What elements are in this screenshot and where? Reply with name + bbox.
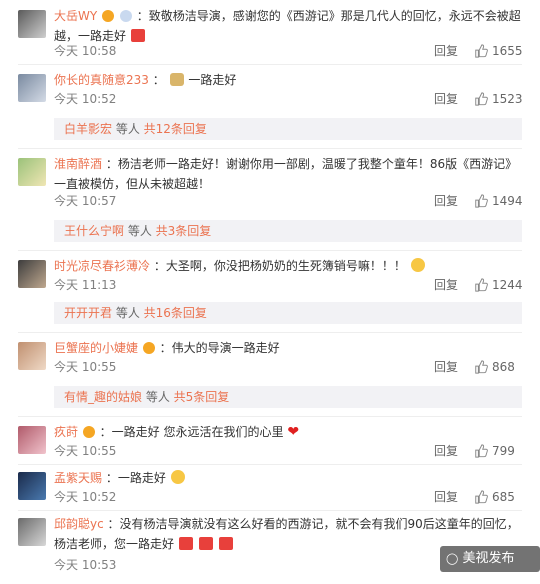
- timestamp: 今天 10:52: [54, 92, 117, 106]
- candle-emoji-icon: [218, 537, 233, 550]
- sub-replies[interactable]: 开开开君 等人 共16条回复: [54, 302, 522, 324]
- divider: [18, 416, 522, 417]
- avatar[interactable]: [18, 342, 46, 370]
- vip-badge-icon: [82, 426, 95, 438]
- divider: [18, 464, 522, 465]
- timestamp: 今天 10:58: [54, 44, 117, 58]
- thumbs-up-icon: [475, 360, 488, 374]
- avatar[interactable]: [18, 158, 46, 186]
- reply-button[interactable]: 回复: [434, 488, 458, 506]
- avatar[interactable]: [18, 74, 46, 102]
- candle-emoji-icon: [130, 29, 145, 42]
- crying-emoji-icon: [410, 258, 425, 272]
- candle-emoji-icon: [198, 537, 213, 550]
- reply-button[interactable]: 回复: [434, 442, 458, 460]
- comment-text-cont: 一直被模仿，但从未被超越！: [54, 177, 211, 191]
- like-button[interactable]: 1494: [474, 192, 523, 210]
- reply-button[interactable]: 回复: [434, 358, 458, 376]
- reply-count-link[interactable]: 共5条回复: [174, 390, 230, 404]
- thumbs-up-icon: [475, 92, 488, 106]
- username[interactable]: 邱韵聪yc: [54, 517, 104, 531]
- sub-reply-user[interactable]: 白羊影宏: [64, 122, 112, 136]
- like-count: 799: [492, 444, 515, 458]
- comment-text-cont: 越，一路走好: [54, 29, 127, 43]
- like-button[interactable]: 799: [474, 442, 515, 460]
- like-button[interactable]: 1655: [474, 42, 523, 60]
- timestamp: 今天 10:55: [54, 444, 117, 458]
- medal-icon: [119, 10, 132, 22]
- thumbs-up-icon: [475, 44, 488, 58]
- sub-reply-user[interactable]: 开开开君: [64, 306, 112, 320]
- comment-text: ：伟大的导演一路走好: [159, 341, 280, 355]
- username[interactable]: 孟紫天赐: [54, 471, 102, 485]
- divider: [18, 148, 522, 149]
- reply-count-link[interactable]: 共12条回复: [144, 122, 207, 136]
- divider: [18, 332, 522, 333]
- like-count: 868: [492, 360, 515, 374]
- avatar[interactable]: [18, 10, 46, 38]
- comment-text-cont: 杨洁老师，您一路走好: [54, 537, 175, 551]
- heart-emoji-icon: ❤: [287, 424, 300, 440]
- pray-emoji-icon: [169, 73, 184, 86]
- avatar[interactable]: [18, 260, 46, 288]
- sub-reply-user[interactable]: 有情_趣的姑娘: [64, 390, 142, 404]
- like-button[interactable]: 868: [474, 358, 515, 376]
- sub-replies[interactable]: 王什么宁啊 等人 共3条回复: [54, 220, 522, 242]
- thumbs-up-icon: [475, 194, 488, 208]
- username[interactable]: 巨蟹座的小婕婕: [54, 341, 138, 355]
- reply-button[interactable]: 回复: [434, 276, 458, 294]
- timestamp: 今天 10:53: [54, 558, 117, 572]
- reply-count-link[interactable]: 共16条回复: [144, 306, 207, 320]
- username[interactable]: 时光凉尽春衫薄冷: [54, 259, 150, 273]
- thumbs-up-icon: [475, 444, 488, 458]
- like-button[interactable]: 1523: [474, 90, 523, 108]
- comment-text: ：杨洁老师一路走好！谢谢你用一部剧，温暖了我整个童年！86版《西游记》: [105, 157, 518, 171]
- vip-badge-icon: [142, 342, 155, 354]
- username[interactable]: 疚莳: [54, 425, 78, 439]
- wechat-icon: ◯: [446, 552, 459, 565]
- sub-reply-user[interactable]: 王什么宁啊: [64, 224, 124, 238]
- avatar[interactable]: [18, 472, 46, 500]
- reply-button[interactable]: 回复: [434, 192, 458, 210]
- comment-text: ：没有杨洁导演就没有这么好看的西游记，就不会有我们90后这童年的回忆，: [107, 517, 519, 531]
- timestamp: 今天 10:52: [54, 490, 117, 504]
- thumbs-up-icon: [475, 278, 488, 292]
- crying-emoji-icon: [170, 470, 185, 484]
- reply-button[interactable]: 回复: [434, 42, 458, 60]
- like-button[interactable]: 685: [474, 488, 515, 506]
- vip-badge-icon: [102, 10, 115, 22]
- watermark: ◯ 美视发布: [440, 546, 540, 572]
- divider: [18, 250, 522, 251]
- like-count: 1523: [492, 92, 523, 106]
- username[interactable]: 大岳WY: [54, 9, 97, 23]
- comment-text: ：致敬杨洁导演，感谢您的《西游记》那是几代人的回忆，永远不会被超: [136, 9, 521, 23]
- avatar[interactable]: [18, 426, 46, 454]
- like-count: 1244: [492, 278, 523, 292]
- reply-count-link[interactable]: 共3条回复: [156, 224, 212, 238]
- timestamp: 今天 11:13: [54, 278, 117, 292]
- comment-text: 一路走好: [188, 73, 237, 87]
- comment-text: ：一路走好 您永远活在我们的心里: [99, 425, 284, 439]
- candle-emoji-icon: [178, 537, 193, 550]
- comment-text: ：大圣啊，你没把杨奶奶的生死簿销号嘛！！！: [153, 259, 406, 273]
- divider: [18, 64, 522, 65]
- username[interactable]: 你长的真随意233: [54, 73, 149, 87]
- comment-text: ：一路走好: [105, 471, 166, 485]
- sub-replies[interactable]: 有情_趣的姑娘 等人 共5条回复: [54, 386, 522, 408]
- timestamp: 今天 10:57: [54, 194, 117, 208]
- avatar[interactable]: [18, 518, 46, 546]
- divider: [18, 510, 522, 511]
- like-button[interactable]: 1244: [474, 276, 523, 294]
- like-count: 685: [492, 490, 515, 504]
- like-count: 1655: [492, 44, 523, 58]
- sub-replies[interactable]: 白羊影宏 等人 共12条回复: [54, 118, 522, 140]
- like-count: 1494: [492, 194, 523, 208]
- username[interactable]: 淮南醉酒: [54, 157, 102, 171]
- thumbs-up-icon: [475, 490, 488, 504]
- reply-button[interactable]: 回复: [434, 90, 458, 108]
- timestamp: 今天 10:55: [54, 360, 117, 374]
